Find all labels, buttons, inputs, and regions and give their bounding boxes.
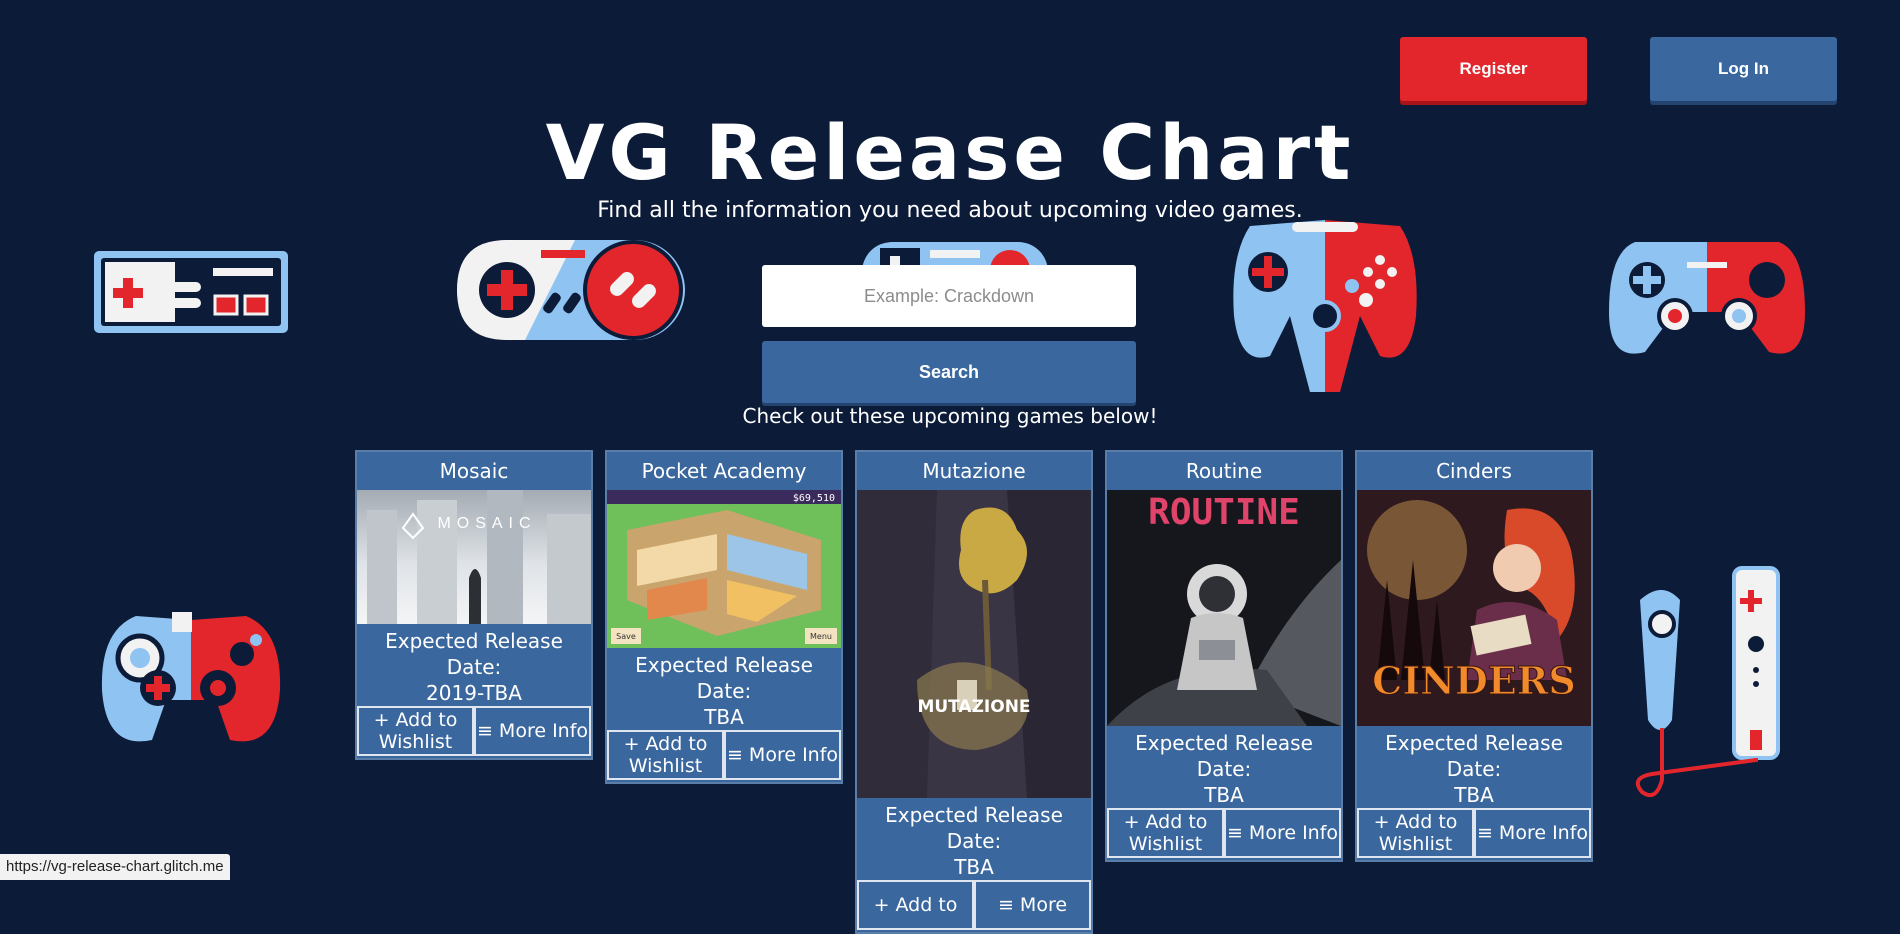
release-date: Expected Release Date: TBA <box>1107 726 1341 808</box>
more-info-button[interactable]: ≡ More Info <box>1224 808 1341 858</box>
more-info-button[interactable]: ≡ More <box>974 880 1091 930</box>
game-card-pocket-academy: Pocket Academy $69,510 Save Menu Expecte… <box>605 450 843 784</box>
n64-controller-icon <box>1233 220 1417 392</box>
release-date-label: Expected Release Date: <box>885 803 1063 853</box>
game-cover-image[interactable]: MUTAZIONE <box>857 490 1091 798</box>
status-bar-url: https://vg-release-chart.glitch.me <box>0 854 230 880</box>
upcoming-games-label: Check out these upcoming games below! <box>742 404 1158 428</box>
release-date-value: TBA <box>954 855 994 879</box>
game-cover-image[interactable]: $69,510 Save Menu <box>607 490 841 648</box>
add-to-wishlist-button[interactable]: + Add to Wishlist <box>1107 808 1224 858</box>
game-card-mutazione: Mutazione MUTAZIONE Expected Release Dat… <box>855 450 1093 934</box>
game-cover-image[interactable]: MOSAIC <box>357 490 591 624</box>
menu-label: Menu <box>810 632 832 641</box>
add-to-wishlist-button[interactable]: + Add to <box>857 880 974 930</box>
more-info-button[interactable]: ≡ More Info <box>474 706 591 756</box>
release-date-value: TBA <box>704 705 744 729</box>
add-to-wishlist-button[interactable]: + Add to Wishlist <box>357 706 474 756</box>
more-info-button[interactable]: ≡ More Info <box>1474 808 1591 858</box>
release-date: Expected Release Date: TBA <box>857 798 1091 880</box>
game-cover-image[interactable]: ROUTINE <box>1107 490 1341 726</box>
routine-logo: ROUTINE <box>1148 492 1300 533</box>
page-subtitle: Find all the information you need about … <box>597 198 1303 223</box>
release-date: Expected Release Date: 2019-TBA <box>357 624 591 706</box>
cinders-logo: CINDERS <box>1372 658 1576 703</box>
release-date-label: Expected Release Date: <box>635 653 813 703</box>
wii-remote-icon <box>1635 566 1780 797</box>
release-date-label: Expected Release Date: <box>1385 731 1563 781</box>
release-date: Expected Release Date: TBA <box>607 648 841 730</box>
nes-controller-icon <box>94 251 288 333</box>
mosaic-logo: MOSAIC <box>437 515 536 532</box>
game-title[interactable]: Mutazione <box>857 452 1091 490</box>
more-info-button[interactable]: ≡ More Info <box>724 730 841 780</box>
register-button[interactable]: Register <box>1400 37 1587 101</box>
release-date-label: Expected Release Date: <box>385 629 563 679</box>
login-button[interactable]: Log In <box>1650 37 1837 101</box>
add-to-wishlist-button[interactable]: + Add to Wishlist <box>607 730 724 780</box>
mutazione-logo: MUTAZIONE <box>917 697 1030 717</box>
game-title[interactable]: Routine <box>1107 452 1341 490</box>
game-card-routine: Routine ROUTINE Expected Release Date: T… <box>1105 450 1343 862</box>
search-input[interactable] <box>762 265 1136 327</box>
release-date-value: TBA <box>1204 783 1244 807</box>
save-label: Save <box>616 632 636 641</box>
snes-controller-icon <box>457 240 685 340</box>
search-button[interactable]: Search <box>762 341 1136 403</box>
game-cover-image[interactable]: CINDERS <box>1357 490 1591 726</box>
game-title[interactable]: Cinders <box>1357 452 1591 490</box>
game-title[interactable]: Pocket Academy <box>607 452 841 490</box>
money-counter: $69,510 <box>793 493 835 504</box>
release-date: Expected Release Date: TBA <box>1357 726 1591 808</box>
release-date-value: TBA <box>1454 783 1494 807</box>
page-title: VG Release Chart <box>545 108 1355 197</box>
gamecube-controller-icon <box>101 612 281 742</box>
add-to-wishlist-button[interactable]: + Add to Wishlist <box>1357 808 1474 858</box>
release-date-value: 2019-TBA <box>426 681 522 705</box>
game-card-cinders: Cinders CINDERS Expected Release Date: T… <box>1355 450 1593 862</box>
game-card-mosaic: Mosaic MOSAIC Expected Release Date: 201… <box>355 450 593 760</box>
release-date-label: Expected Release Date: <box>1135 731 1313 781</box>
modern-controller-icon <box>1609 242 1805 354</box>
game-title[interactable]: Mosaic <box>357 452 591 490</box>
